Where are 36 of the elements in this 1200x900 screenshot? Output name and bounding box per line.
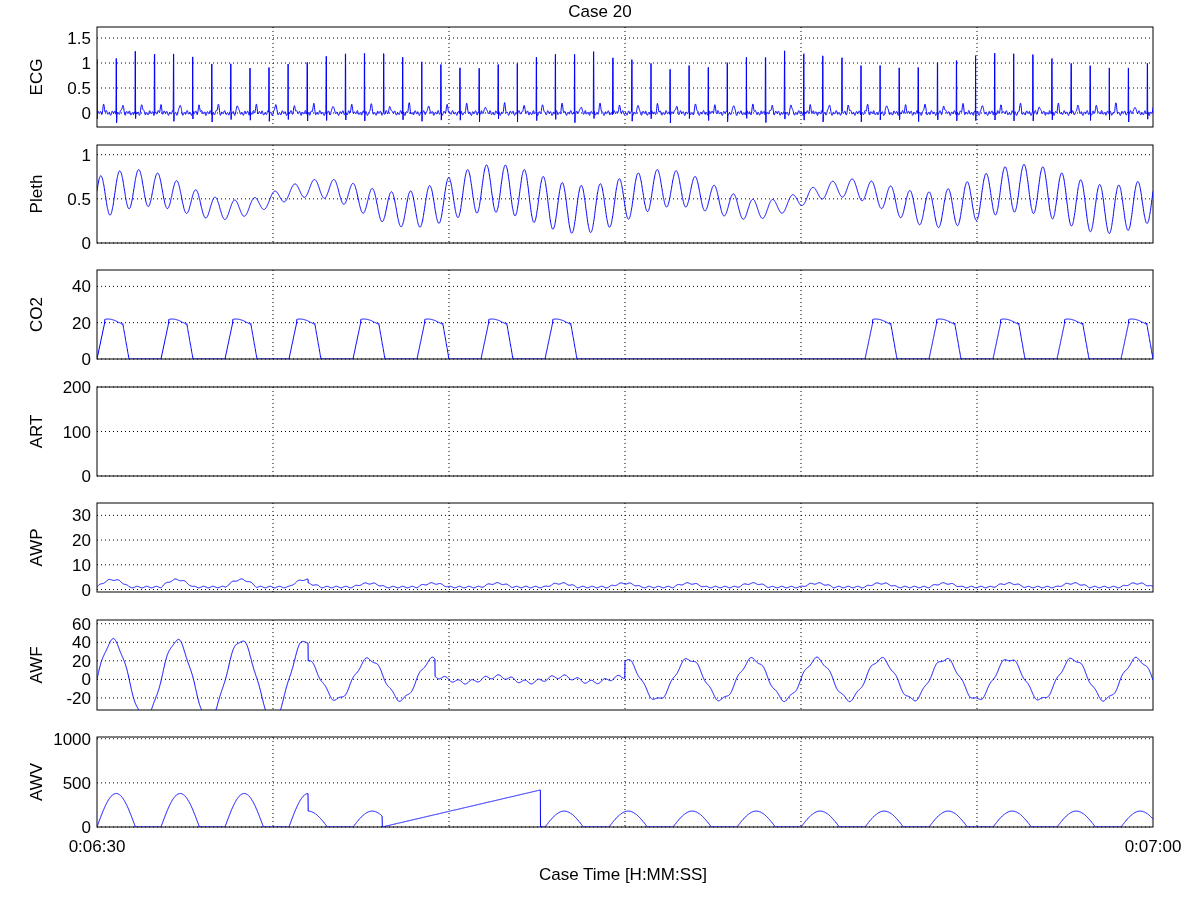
y-tick-label: 0 <box>81 467 91 486</box>
y-tick-label: 60 <box>72 614 91 634</box>
y-tick-label: -20 <box>66 688 91 708</box>
y-axis-label: ART <box>27 414 46 449</box>
y-axis-label: AWF <box>27 646 46 684</box>
y-tick-label: 20 <box>72 313 91 333</box>
y-tick-label: 20 <box>72 651 91 671</box>
x-tick-label: 0:07:00 <box>1124 837 1182 856</box>
x-axis-label: Case Time [H:MM:SS] <box>538 865 708 884</box>
y-tick-label: 20 <box>72 531 91 551</box>
y-tick-label: 40 <box>72 633 91 653</box>
y-tick-label: 0.5 <box>67 79 91 98</box>
y-tick-label: 0 <box>81 350 91 369</box>
y-tick-label: 0 <box>81 818 91 837</box>
y-tick-label: 100 <box>62 422 91 442</box>
y-tick-label: 10 <box>72 555 91 575</box>
y-axis-label: CO2 <box>27 297 46 332</box>
x-tick-label: 0:06:30 <box>68 837 126 856</box>
y-tick-label: 0 <box>81 670 91 690</box>
y-tick-label: 200 <box>62 378 91 397</box>
y-tick-label: 0 <box>81 104 91 123</box>
y-tick-label: 40 <box>72 277 91 297</box>
y-tick-label: 30 <box>72 506 91 526</box>
y-axis-label: Pleth <box>27 174 46 214</box>
y-axis-label: ECG <box>27 58 46 96</box>
y-tick-label: 1.5 <box>67 29 91 48</box>
y-tick-label: 500 <box>62 773 91 793</box>
y-axis-label: AWP <box>27 528 46 567</box>
figure-title: Case 20 <box>568 2 632 21</box>
y-tick-label: 1 <box>81 54 91 73</box>
y-tick-label: 0 <box>81 580 91 600</box>
y-tick-label: 0.5 <box>67 189 91 209</box>
y-tick-label: 1000 <box>53 729 91 749</box>
y-axis-label: AWV <box>27 762 46 802</box>
y-tick-label: 0 <box>81 234 91 253</box>
y-tick-label: 1 <box>81 145 91 165</box>
